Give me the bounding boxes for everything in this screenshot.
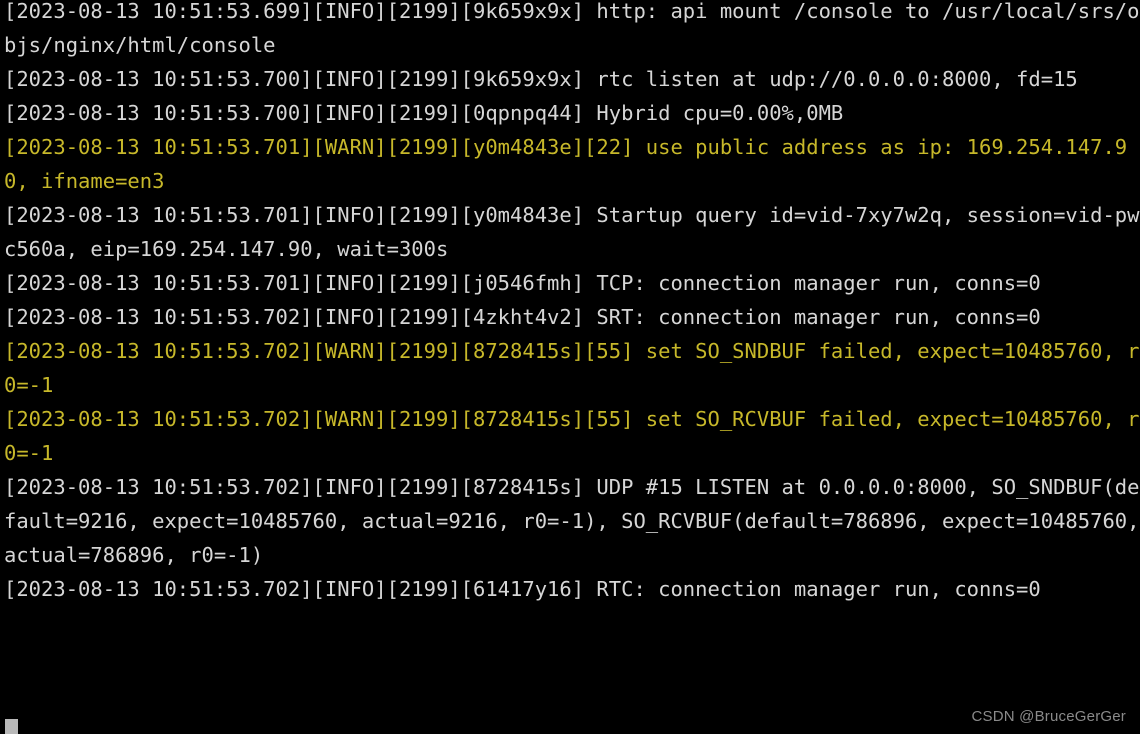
log-line: [2023-08-13 10:51:53.702][WARN][2199][87… [4,339,1140,397]
log-output: [2023-08-13 10:51:53.699][INFO][2199][9k… [0,0,1140,606]
log-line: [2023-08-13 10:51:53.701][INFO][2199][j0… [4,271,1041,295]
log-line: [2023-08-13 10:51:53.701][WARN][2199][y0… [4,135,1128,193]
log-line: [2023-08-13 10:51:53.699][INFO][2199][9k… [4,0,1140,57]
log-line: [2023-08-13 10:51:53.700][INFO][2199][0q… [4,101,844,125]
log-line: [2023-08-13 10:51:53.702][INFO][2199][4z… [4,305,1041,329]
watermark: CSDN @BruceGerGer [971,708,1126,725]
log-line: [2023-08-13 10:51:53.700][INFO][2199][9k… [4,67,1078,91]
log-line: [2023-08-13 10:51:53.702][INFO][2199][87… [4,475,1140,567]
log-line: [2023-08-13 10:51:53.701][INFO][2199][y0… [4,203,1140,261]
log-line: [2023-08-13 10:51:53.702][INFO][2199][61… [4,577,1041,601]
terminal-window[interactable]: [2023-08-13 10:51:53.699][INFO][2199][9k… [0,0,1140,734]
terminal-cursor [5,719,18,734]
log-line: [2023-08-13 10:51:53.702][WARN][2199][87… [4,407,1140,465]
